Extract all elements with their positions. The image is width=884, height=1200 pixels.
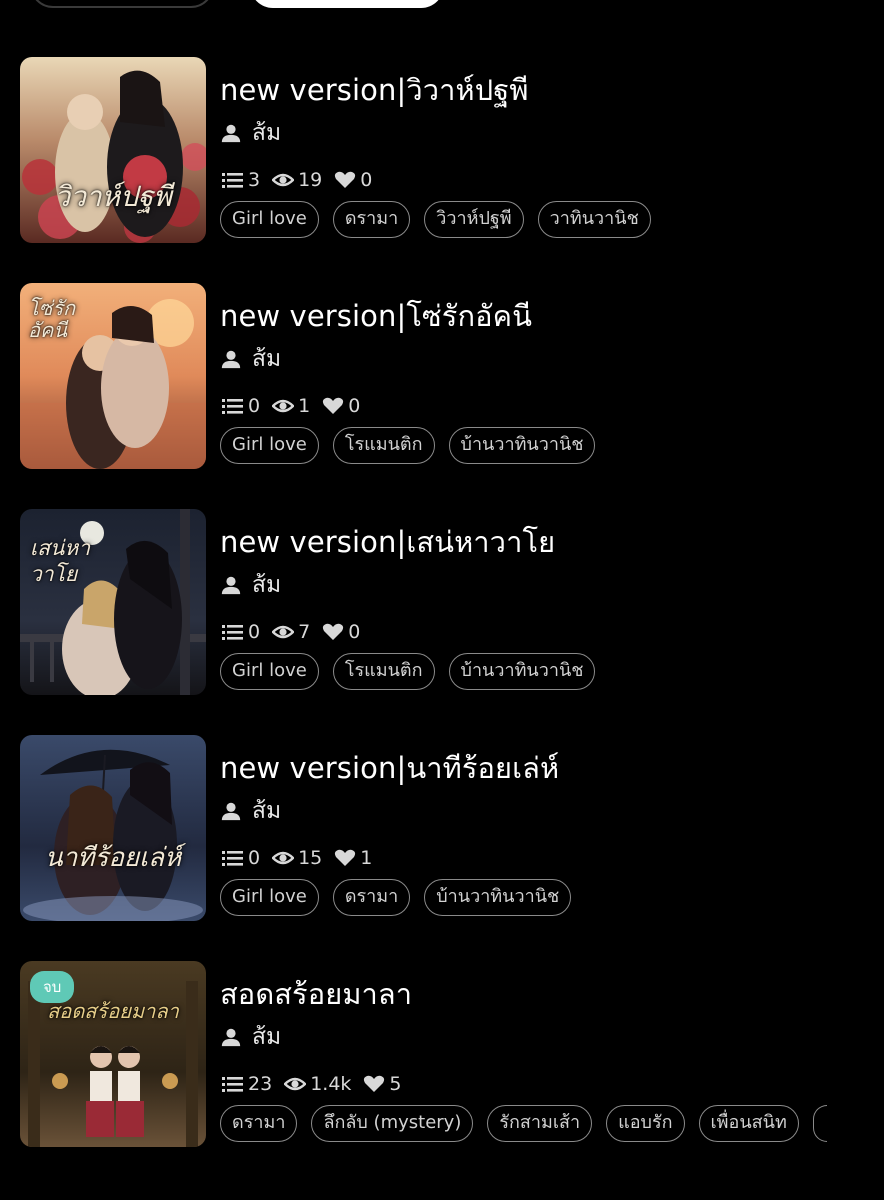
tag[interactable]: ดรามา [220, 1105, 298, 1142]
tag[interactable]: รักสามเส้า [487, 1105, 593, 1142]
stats-row: 3 19 0 [222, 169, 380, 191]
list-icon [222, 851, 243, 866]
cover-title: นาทีร้อยเล่ห์ [44, 843, 182, 873]
tag-list: Girl love โรแมนติก บ้านวาทินวานิช [220, 653, 596, 690]
cover-title: เสน่หา วาโย [30, 536, 90, 586]
heart-icon [335, 849, 356, 866]
like-count: 1 [360, 847, 373, 869]
story-cover[interactable]: เสน่หา วาโย [20, 509, 206, 695]
eye-icon [272, 399, 295, 413]
view-count: 19 [298, 169, 323, 191]
like-count: 0 [360, 169, 373, 191]
tag[interactable]: ดรามา [332, 879, 411, 916]
like-count: 0 [348, 621, 361, 643]
stats-row: 0 7 0 [222, 621, 368, 643]
author-name: ส้ม [252, 572, 282, 598]
chapter-count: 0 [248, 395, 261, 417]
tag[interactable]: Girl love [220, 427, 319, 464]
chapter-count: 3 [248, 169, 261, 191]
story-card[interactable]: วิวาห์ปฐพี new version|วิวาห์ปฐพี ส้ม 3 … [20, 57, 884, 245]
tag[interactable]: บ้านวาทินวานิช [424, 879, 572, 916]
tag[interactable]: ลึกลับ (mystery) [311, 1105, 474, 1142]
tag-overflow[interactable] [812, 1105, 827, 1142]
chapter-count: 0 [248, 847, 261, 869]
story-list-page: วิวาห์ปฐพี new version|วิวาห์ปฐพี ส้ม 3 … [0, 0, 884, 1200]
tag[interactable]: วาทินวานิช [537, 201, 651, 238]
story-title[interactable]: new version|เสน่หาวาโย [220, 519, 555, 565]
story-card[interactable]: สอดสร้อยมาลา จบ สอดสร้อยมาลา ส้ม 23 1.4k… [20, 961, 884, 1149]
eye-icon [272, 851, 295, 865]
list-icon [222, 399, 243, 414]
story-card[interactable]: โซ่รัก อัคนี new version|โซ่รักอัคนี ส้ม… [20, 283, 884, 471]
eye-icon [284, 1077, 307, 1091]
like-count: 0 [348, 395, 361, 417]
eye-icon [272, 625, 295, 639]
eye-icon [272, 173, 295, 187]
tag[interactable]: โรแมนติก [332, 653, 435, 690]
person-icon [221, 1028, 241, 1047]
story-card[interactable]: เสน่หา วาโย new version|เสน่หาวาโย ส้ม 0… [20, 509, 884, 697]
author-row[interactable]: ส้ม [220, 115, 281, 151]
story-cover[interactable]: วิวาห์ปฐพี [20, 57, 206, 243]
list-icon [222, 1077, 243, 1092]
story-title[interactable]: new version|โซ่รักอัคนี [220, 293, 532, 339]
tag-list: ดรามา ลึกลับ (mystery) รักสามเส้า แอบรัก… [220, 1105, 827, 1142]
stats-row: 0 15 1 [222, 847, 380, 869]
tag[interactable]: เพื่อนสนิท [698, 1105, 799, 1142]
view-count: 1.4k [310, 1073, 352, 1095]
chapter-count: 0 [248, 621, 261, 643]
tag[interactable]: Girl love [220, 879, 319, 916]
tag[interactable]: Girl love [220, 653, 319, 690]
chapter-count: 23 [248, 1073, 273, 1095]
story-cover[interactable]: สอดสร้อยมาลา จบ [20, 961, 206, 1147]
person-icon [221, 802, 241, 821]
tag[interactable]: โรแมนติก [332, 427, 435, 464]
status-badge: จบ [30, 971, 75, 1003]
tag[interactable]: แอบรัก [606, 1105, 685, 1142]
cover-title: โซ่รัก อัคนี [28, 296, 76, 342]
author-name: ส้ม [252, 120, 282, 146]
tag-list: Girl love โรแมนติก บ้านวาทินวานิช [220, 427, 596, 464]
tag-list: Girl love ดรามา วิวาห์ปฐพี วาทินวานิช [220, 201, 651, 238]
author-row[interactable]: ส้ม [220, 567, 281, 603]
tag[interactable]: บ้านวาทินวานิช [448, 653, 596, 690]
tab-active[interactable] [250, 0, 444, 8]
view-count: 15 [298, 847, 323, 869]
person-icon [221, 124, 241, 143]
list-icon [222, 625, 243, 640]
story-card[interactable]: นาทีร้อยเล่ห์ new version|นาทีร้อยเล่ห์ … [20, 735, 884, 923]
tab-inactive[interactable] [30, 0, 214, 8]
heart-icon [323, 397, 344, 414]
list-icon [222, 173, 243, 188]
like-count: 5 [389, 1073, 402, 1095]
heart-icon [364, 1075, 385, 1092]
tag[interactable]: วิวาห์ปฐพี [424, 201, 524, 238]
author-row[interactable]: ส้ม [220, 341, 281, 377]
author-name: ส้ม [252, 346, 282, 372]
author-row[interactable]: ส้ม [220, 1019, 281, 1055]
story-cover[interactable]: นาทีร้อยเล่ห์ [20, 735, 206, 921]
person-icon [221, 350, 241, 369]
view-count: 1 [298, 395, 311, 417]
cover-title: วิวาห์ปฐพี [54, 180, 172, 213]
story-title[interactable]: new version|วิวาห์ปฐพี [220, 67, 529, 113]
tag[interactable]: บ้านวาทินวานิช [448, 427, 596, 464]
person-icon [221, 576, 241, 595]
heart-icon [335, 171, 356, 188]
view-count: 7 [298, 621, 311, 643]
stats-row: 0 1 0 [222, 395, 368, 417]
story-cover[interactable]: โซ่รัก อัคนี [20, 283, 206, 469]
author-row[interactable]: ส้ม [220, 793, 281, 829]
tag[interactable]: ดรามา [332, 201, 411, 238]
tag-list: Girl love ดรามา บ้านวาทินวานิช [220, 879, 572, 916]
author-name: ส้ม [252, 1024, 282, 1050]
author-name: ส้ม [252, 798, 282, 824]
tag[interactable]: Girl love [220, 201, 319, 238]
stats-row: 23 1.4k 5 [222, 1073, 410, 1095]
heart-icon [323, 623, 344, 640]
story-title[interactable]: new version|นาทีร้อยเล่ห์ [220, 745, 559, 791]
story-title[interactable]: สอดสร้อยมาลา [220, 971, 412, 1017]
